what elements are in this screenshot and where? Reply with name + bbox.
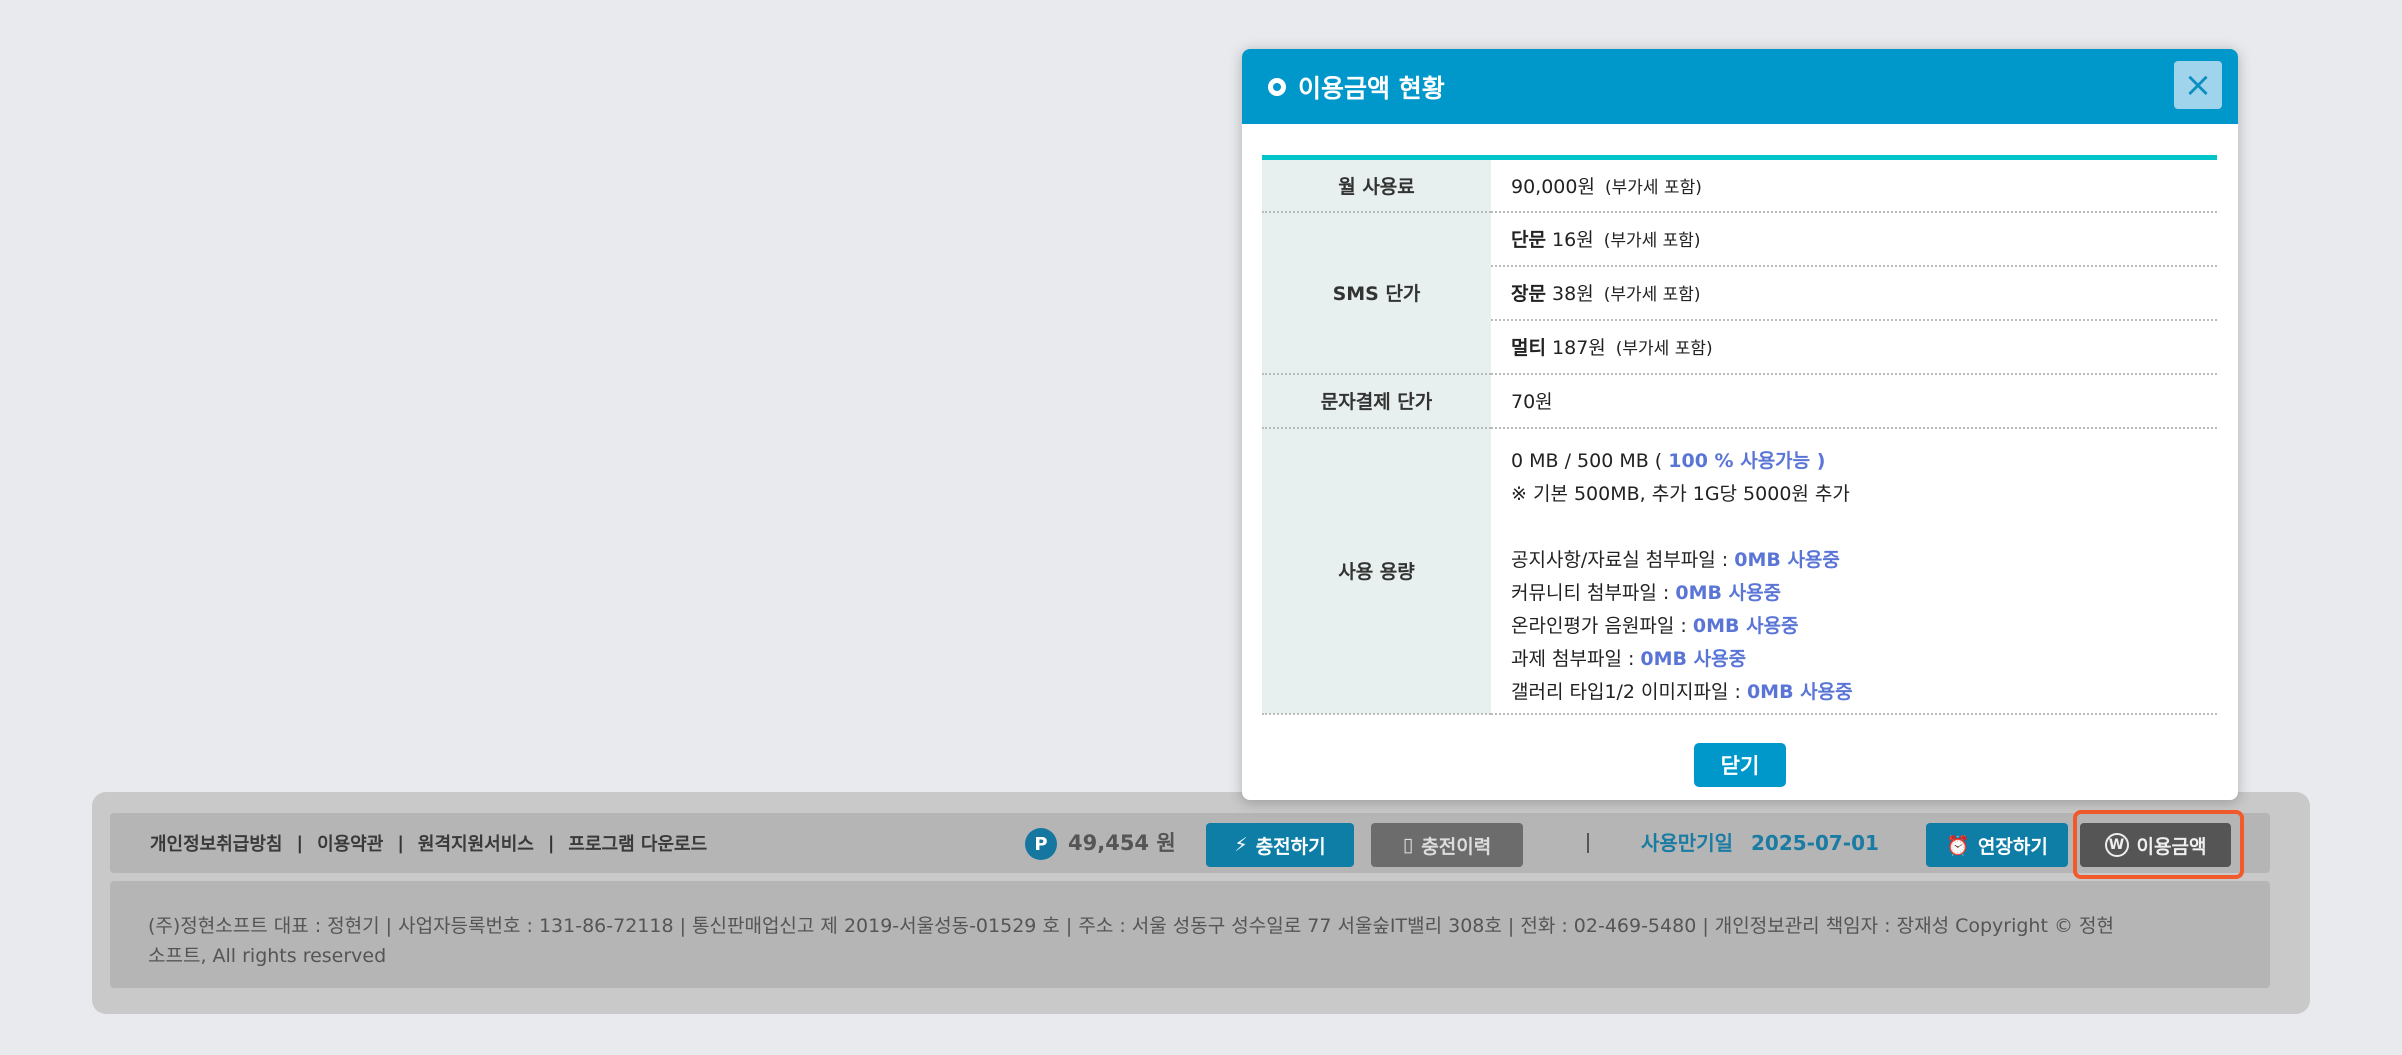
highlight-outline <box>2073 810 2244 879</box>
company-info-line: 소프트, All rights reserved <box>148 945 387 967</box>
sms-price: 16원 <box>1552 229 1594 251</box>
point-balance: 49,454 원 <box>1068 831 1176 855</box>
link-remote-support[interactable]: 원격지원서비스 <box>418 830 534 856</box>
sms-type: 장문 <box>1511 283 1546 305</box>
footer-links: 개인정보취급방침 | 이용약관 | 원격지원서비스 | 프로그램 다운로드 <box>150 813 707 873</box>
link-privacy[interactable]: 개인정보취급방침 <box>150 830 282 856</box>
sms-type: 멀티 <box>1511 337 1546 359</box>
charge-history-button[interactable]: ▯ 충전이력 <box>1371 823 1523 867</box>
storage-usage: 0 MB / 500 MB ( 100 % 사용가능 ) <box>1511 449 1826 472</box>
expiry-date: 2025-07-01 <box>1751 831 1879 855</box>
expiry-info: 사용만기일 2025-07-01 <box>1641 813 1879 873</box>
table-row: 월 사용료 90,000원 (부가세 포함) <box>1262 157 2217 213</box>
expiry-label: 사용만기일 <box>1641 831 1733 855</box>
storage-item: 온라인평가 음원파일 : 0MB 사용중 <box>1511 614 1799 637</box>
row-label: 월 사용료 <box>1262 157 1491 213</box>
vat-note: (부가세 포함) <box>1615 339 1713 359</box>
company-info: (주)정현소프트 대표 : 정현기 | 사업자등록번호 : 131-86-721… <box>110 881 2270 988</box>
row-label: 사용 용량 <box>1262 427 1491 715</box>
modal-title: 이용금액 현황 <box>1298 73 1445 103</box>
link-terms[interactable]: 이용약관 <box>317 830 383 856</box>
modal-header: 이용금액 현황 <box>1242 49 2238 124</box>
close-button[interactable]: 닫기 <box>1694 743 1786 787</box>
storage-item: 커뮤니티 첨부파일 : 0MB 사용중 <box>1511 581 1782 604</box>
charge-button[interactable]: ⚡ 충전하기 <box>1206 823 1354 867</box>
sms-type: 단문 <box>1511 229 1546 251</box>
close-icon[interactable]: × <box>2174 61 2222 109</box>
extend-button[interactable]: ⏰ 연장하기 <box>1926 823 2068 867</box>
table-row: 사용 용량 0 MB / 500 MB ( 100 % 사용가능 ) ※ 기본 … <box>1262 427 2217 715</box>
storage-item: 갤러리 타입1/2 이미지파일 : 0MB 사용중 <box>1511 680 1853 703</box>
storage-item: 공지사항/자료실 첨부파일 : 0MB 사용중 <box>1511 548 1840 571</box>
alarm-clock-icon: ⏰ <box>1946 834 1970 857</box>
footer-toolbar: 개인정보취급방침 | 이용약관 | 원격지원서비스 | 프로그램 다운로드 P 49,… <box>110 813 2270 873</box>
divider: | <box>296 832 304 854</box>
row-label: SMS 단가 <box>1262 211 1491 375</box>
link-program-download[interactable]: 프로그램 다운로드 <box>568 830 707 856</box>
table-row: 문자결제 단가 70원 <box>1262 373 2217 429</box>
vat-note: (부가세 포함) <box>1603 285 1701 305</box>
payment-price: 70원 <box>1491 373 2217 429</box>
point-icon: P <box>1025 828 1057 860</box>
usage-amount-modal: 이용금액 현황 × 월 사용료 90,000원 (부가세 포함) SMS 단가 단… <box>1242 49 2238 800</box>
sms-price: 38원 <box>1552 283 1594 305</box>
divider: | <box>397 832 404 854</box>
table-row: SMS 단가 단문 16원 (부가세 포함) <box>1262 211 2217 375</box>
lightning-icon: ⚡ <box>1234 834 1248 856</box>
company-info-line: (주)정현소프트 대표 : 정현기 | 사업자등록번호 : 131-86-721… <box>148 915 2114 937</box>
usage-table: 월 사용료 90,000원 (부가세 포함) SMS 단가 단문 16원 (부가세 … <box>1262 155 2217 715</box>
row-label: 문자결제 단가 <box>1262 373 1491 429</box>
monthly-fee: 90,000원 <box>1511 175 1595 198</box>
storage-item: 과제 첨부파일 : 0MB 사용중 <box>1511 647 1747 670</box>
sms-price: 187원 <box>1552 337 1606 359</box>
storage-policy: ※ 기본 500MB, 추가 1G당 5000원 추가 <box>1511 482 1850 505</box>
document-icon: ▯ <box>1402 834 1414 856</box>
divider: | <box>547 832 555 854</box>
circle-bullet-icon <box>1268 77 1286 96</box>
vat-note: (부가세 포함) <box>1604 177 1702 198</box>
vat-note: (부가세 포함) <box>1603 231 1701 251</box>
divider <box>1587 833 1589 853</box>
